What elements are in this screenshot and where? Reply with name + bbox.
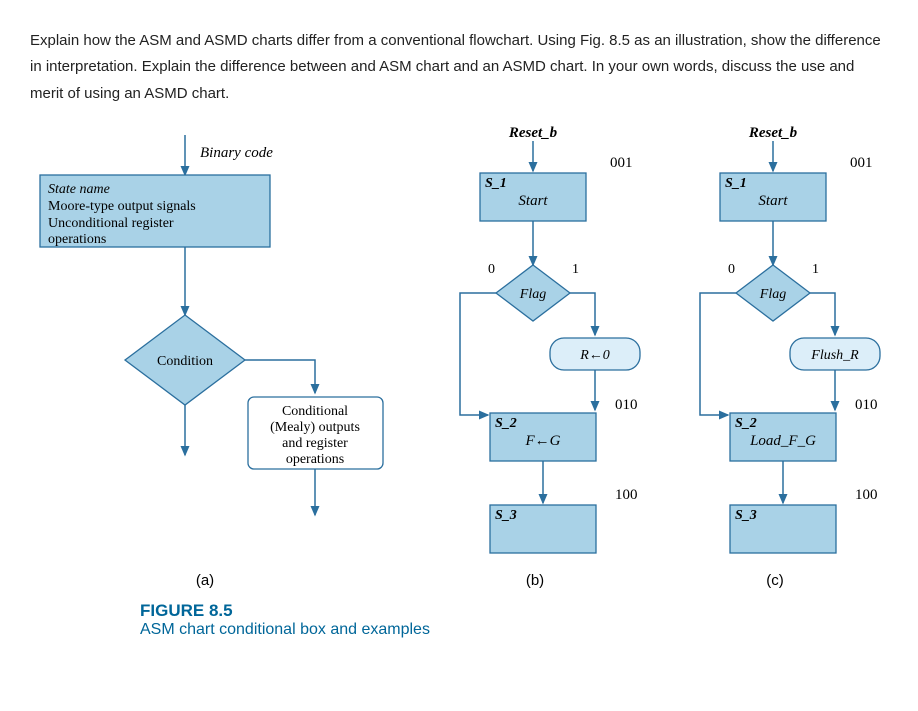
b-dec1: 1	[572, 262, 579, 277]
part-b: Reset_b S_1 Start 001 Flag 0 1 R←0 S_2 F…	[460, 125, 640, 553]
label-uncond-l1: Unconditional register	[48, 216, 174, 231]
c-s3-name: S_3	[735, 508, 757, 523]
b-s1-name: S_1	[485, 176, 507, 191]
label-condition: Condition	[157, 354, 213, 369]
b-cond: R←0	[579, 348, 610, 363]
c-s2-name: S_2	[735, 416, 757, 431]
caption-a: (a)	[196, 572, 214, 589]
label-moore: Moore-type output signals	[48, 199, 196, 214]
c-reset: Reset_b	[748, 125, 798, 141]
c-s1-label: Start	[758, 193, 788, 209]
caption-c: (c)	[766, 572, 784, 589]
figure-8-5: Binary code State name Moore-type output…	[30, 125, 890, 595]
caption-b: (b)	[526, 572, 544, 589]
b-s3-name: S_3	[495, 508, 517, 523]
label-cond-l4: operations	[286, 452, 344, 467]
c-s3-code: 100	[855, 487, 878, 503]
c-s2-label: Load_F_G	[749, 433, 816, 449]
b-decision: Flag	[519, 287, 546, 302]
b-dec0: 0	[488, 262, 495, 277]
c-s1-code: 001	[850, 155, 873, 171]
b-s1-code: 001	[610, 155, 633, 171]
b-s3-code: 100	[615, 487, 638, 503]
figure-title: ASM chart conditional box and examples	[140, 621, 888, 639]
part-c: Reset_b S_1 Start 001 Flag 0 1 Flush_R S…	[700, 125, 880, 553]
b-s2-name: S_2	[495, 416, 517, 431]
b-s2-label: F←G	[525, 433, 561, 449]
c-dec0: 0	[728, 262, 735, 277]
b-s2-code: 010	[615, 397, 638, 413]
label-cond-l2: (Mealy) outputs	[270, 420, 360, 435]
label-uncond-l2: operations	[48, 232, 106, 247]
c-cond: Flush_R	[810, 348, 859, 363]
figure-number: FIGURE 8.5	[140, 601, 888, 621]
question-text: Explain how the ASM and ASMD charts diff…	[30, 28, 888, 107]
c-decision: Flag	[759, 287, 786, 302]
label-cond-l3: and register	[282, 436, 348, 451]
b-reset: Reset_b	[508, 125, 558, 141]
label-cond-l1: Conditional	[282, 404, 348, 419]
c-s2-code: 010	[855, 397, 878, 413]
c-s1-name: S_1	[725, 176, 747, 191]
label-state-name: State name	[48, 182, 110, 197]
c-dec1: 1	[812, 262, 819, 277]
label-binary-code: Binary code	[200, 145, 273, 161]
b-s1-label: Start	[518, 193, 548, 209]
part-a: Binary code State name Moore-type output…	[40, 135, 383, 515]
